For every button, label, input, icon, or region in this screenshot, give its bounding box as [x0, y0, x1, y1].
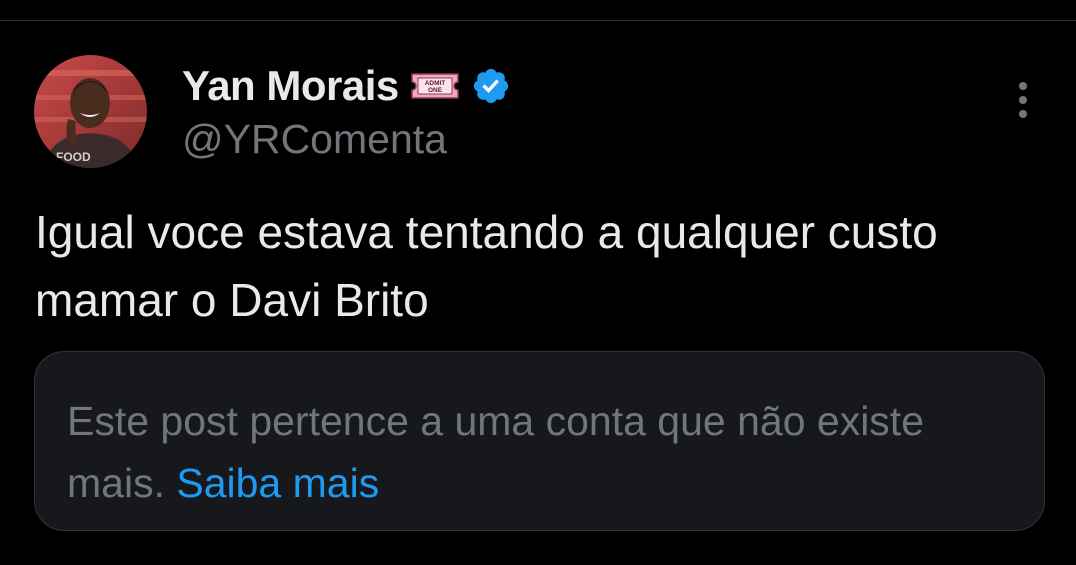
author-name-row: Yan Morais ADMIT ONE — [182, 60, 511, 112]
more-options-button[interactable] — [1008, 80, 1038, 120]
avatar-image: FOOD — [34, 55, 147, 168]
unavailable-post-notice: Este post pertence a uma conta que não e… — [34, 351, 1045, 531]
tweet-text: Igual voce estava tentando a qualquer cu… — [35, 206, 938, 326]
svg-text:ADMIT: ADMIT — [424, 80, 445, 87]
author-handle[interactable]: @YRComenta — [182, 116, 447, 163]
verified-badge-icon — [471, 66, 511, 106]
svg-text:ONE: ONE — [428, 87, 443, 94]
learn-more-link[interactable]: Saiba mais — [176, 460, 379, 506]
display-name[interactable]: Yan Morais — [182, 62, 399, 110]
notice-text: Este post pertence a uma conta que não e… — [67, 390, 1012, 514]
svg-text:FOOD: FOOD — [56, 150, 91, 164]
avatar[interactable]: FOOD — [34, 55, 147, 168]
more-options-icon-dot — [1019, 96, 1027, 104]
more-options-icon-dot — [1019, 82, 1027, 90]
top-divider — [0, 20, 1076, 21]
more-options-icon-dot — [1019, 110, 1027, 118]
admit-one-ticket-icon: ADMIT ONE — [409, 70, 461, 102]
